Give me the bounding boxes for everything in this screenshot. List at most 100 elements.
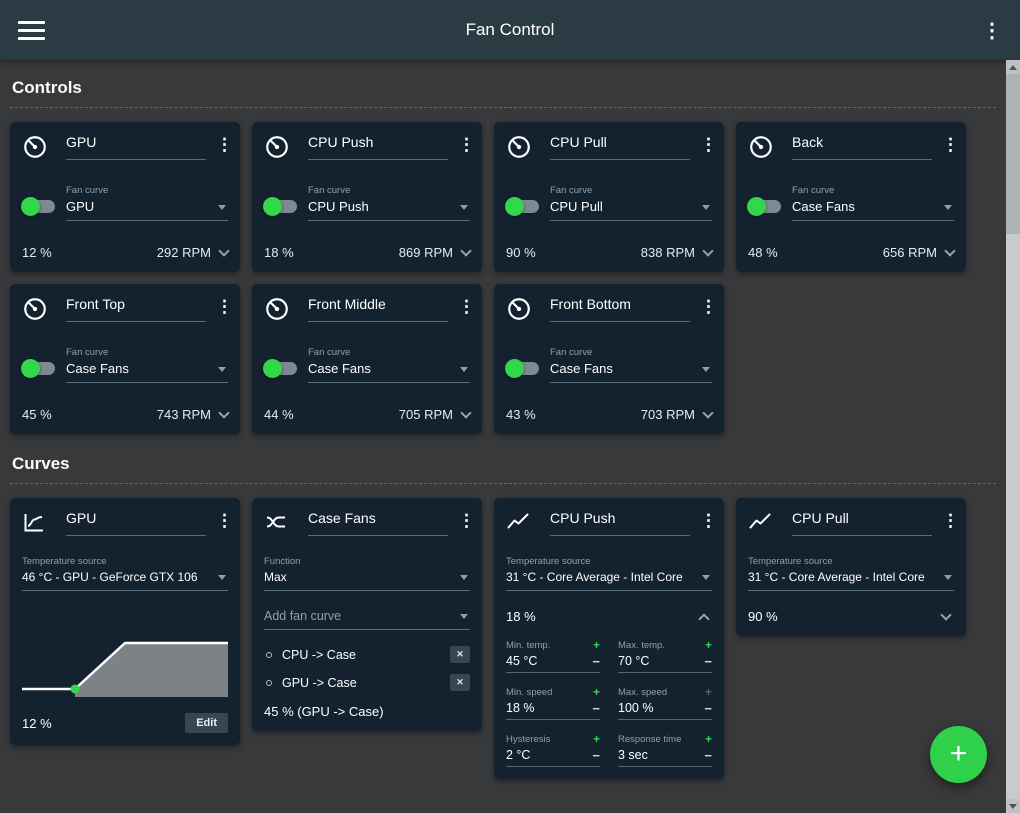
decrease-button[interactable]: − — [704, 702, 712, 715]
expand-chevron-icon[interactable] — [460, 407, 471, 418]
expand-chevron-icon[interactable] — [940, 609, 951, 620]
temperature-source-select[interactable]: Temperature source 46 °C - GPU - GeForce… — [22, 556, 228, 591]
kebab-menu-icon[interactable]: ⋮ — [216, 296, 228, 318]
fan-enabled-toggle[interactable] — [22, 192, 66, 213]
curve-name-input[interactable]: GPU — [66, 510, 206, 536]
scrollbar-thumb[interactable] — [1006, 74, 1020, 234]
fan-enabled-toggle[interactable] — [506, 192, 550, 213]
remove-curve-button[interactable]: ✕ — [450, 674, 470, 691]
fan-name-input[interactable]: Front Middle — [308, 296, 448, 322]
temperature-source-value: 31 °C - Core Average - Intel Core — [748, 570, 938, 584]
decrease-button[interactable]: − — [592, 702, 600, 715]
control-card-front-bottom[interactable]: Front Bottom ⋮ Fan curve Case Fans 43 % … — [494, 284, 724, 434]
param-value: 70 °C — [618, 654, 649, 668]
scroll-down-button[interactable] — [1006, 799, 1020, 813]
expand-chevron-icon[interactable] — [702, 245, 713, 256]
fan-rpm: 703 RPM — [641, 407, 695, 422]
fan-enabled-toggle[interactable] — [22, 354, 66, 375]
expand-chevron-icon[interactable] — [702, 407, 713, 418]
curve-card-cpu-push[interactable]: CPU Push ⋮ Temperature source 31 °C - Co… — [494, 498, 724, 779]
kebab-menu-icon[interactable]: ⋮ — [458, 296, 470, 318]
add-button[interactable]: + — [930, 726, 987, 783]
fan-enabled-toggle[interactable] — [264, 192, 308, 213]
fan-name: Front Bottom — [550, 296, 631, 312]
fan-percent: 44 % — [264, 407, 294, 422]
increase-button[interactable]: + — [705, 686, 712, 698]
temperature-source-select[interactable]: Temperature source 31 °C - Core Average … — [506, 556, 712, 591]
decrease-button[interactable]: − — [592, 749, 600, 762]
more-options-icon[interactable]: ⋮ — [982, 18, 1002, 43]
control-card-cpu-pull[interactable]: CPU Pull ⋮ Fan curve CPU Pull 90 % 838 R… — [494, 122, 724, 272]
decrease-button[interactable]: − — [704, 749, 712, 762]
fan-enabled-toggle[interactable] — [506, 354, 550, 375]
kebab-menu-icon[interactable]: ⋮ — [942, 510, 954, 532]
fan-curve-select[interactable]: Fan curve Case Fans — [792, 185, 954, 221]
toggle-thumb — [505, 197, 524, 216]
temperature-source-select[interactable]: Temperature source 31 °C - Core Average … — [748, 556, 954, 591]
curve-card-cpu-pull[interactable]: CPU Pull ⋮ Temperature source 31 °C - Co… — [736, 498, 966, 636]
kebab-menu-icon[interactable]: ⋮ — [458, 510, 470, 532]
fan-name-input[interactable]: CPU Pull — [550, 134, 690, 160]
remove-curve-button[interactable]: ✕ — [450, 646, 470, 663]
control-card-back[interactable]: Back ⋮ Fan curve Case Fans 48 % 656 RPM — [736, 122, 966, 272]
curve-card-gpu[interactable]: GPU ⋮ Temperature source 46 °C - GPU - G… — [10, 498, 240, 745]
increase-button[interactable]: + — [705, 733, 712, 745]
curve-name-input[interactable]: CPU Pull — [792, 510, 932, 536]
kebab-menu-icon[interactable]: ⋮ — [216, 134, 228, 156]
fan-curve-label: Fan curve — [792, 185, 938, 196]
add-fan-curve-select[interactable]: Add fan curve — [264, 609, 470, 630]
kebab-menu-icon[interactable]: ⋮ — [942, 134, 954, 156]
fan-curve-value: GPU — [66, 199, 212, 214]
control-card-front-top[interactable]: Front Top ⋮ Fan curve Case Fans 45 % 743… — [10, 284, 240, 434]
kebab-menu-icon[interactable]: ⋮ — [458, 134, 470, 156]
fan-name: Front Top — [66, 296, 125, 312]
fan-curve-select[interactable]: Fan curve CPU Push — [308, 185, 470, 221]
function-select[interactable]: Function Max — [264, 556, 470, 591]
fan-enabled-toggle[interactable] — [264, 354, 308, 375]
control-card-front-middle[interactable]: Front Middle ⋮ Fan curve Case Fans 44 % … — [252, 284, 482, 434]
expand-chevron-icon[interactable] — [218, 245, 229, 256]
increase-button[interactable]: + — [705, 639, 712, 651]
collapse-chevron-icon[interactable] — [698, 613, 709, 624]
fan-name-input[interactable]: Back — [792, 134, 932, 160]
triangle-down-icon — [1009, 804, 1017, 809]
fan-curve-graph[interactable] — [22, 609, 228, 697]
param-max-speed: Max. speed+ 100 %− — [618, 686, 712, 720]
curve-name-input[interactable]: CPU Push — [550, 510, 690, 536]
increase-button[interactable]: + — [593, 686, 600, 698]
fan-name-input[interactable]: GPU — [66, 134, 206, 160]
control-card-cpu-push[interactable]: CPU Push ⋮ Fan curve CPU Push 18 % 869 R… — [252, 122, 482, 272]
expand-chevron-icon[interactable] — [944, 245, 955, 256]
curve-name-input[interactable]: Case Fans — [308, 510, 448, 536]
expand-chevron-icon[interactable] — [460, 245, 471, 256]
decrease-button[interactable]: − — [704, 655, 712, 668]
fan-curve-select[interactable]: Fan curve CPU Pull — [550, 185, 712, 221]
increase-button[interactable]: + — [593, 639, 600, 651]
menu-icon[interactable] — [18, 21, 45, 40]
fan-curve-select[interactable]: Fan curve Case Fans — [308, 347, 470, 383]
temperature-source-label: Temperature source — [748, 556, 938, 567]
control-card-gpu[interactable]: GPU ⋮ Fan curve GPU 12 % 292 RPM — [10, 122, 240, 272]
increase-button[interactable]: + — [593, 733, 600, 745]
kebab-menu-icon[interactable]: ⋮ — [700, 510, 712, 532]
fan-curve-value: Case Fans — [550, 361, 696, 376]
list-item: GPU -> Case ✕ — [264, 674, 470, 691]
expand-chevron-icon[interactable] — [218, 407, 229, 418]
curve-card-case-fans[interactable]: Case Fans ⋮ Function Max Add fan curve C… — [252, 498, 482, 731]
fan-curve-select[interactable]: Fan curve Case Fans — [66, 347, 228, 383]
scrollbar[interactable] — [1006, 60, 1020, 813]
decrease-button[interactable]: − — [592, 655, 600, 668]
fan-curve-select[interactable]: Fan curve Case Fans — [550, 347, 712, 383]
curves-grid: GPU ⋮ Temperature source 46 °C - GPU - G… — [10, 498, 996, 779]
fan-name-input[interactable]: CPU Push — [308, 134, 448, 160]
edit-button[interactable]: Edit — [185, 713, 228, 733]
fan-curve-select[interactable]: Fan curve GPU — [66, 185, 228, 221]
kebab-menu-icon[interactable]: ⋮ — [700, 134, 712, 156]
fan-name-input[interactable]: Front Bottom — [550, 296, 690, 322]
fan-name-input[interactable]: Front Top — [66, 296, 206, 322]
scroll-up-button[interactable] — [1006, 60, 1020, 74]
kebab-menu-icon[interactable]: ⋮ — [216, 510, 228, 532]
kebab-menu-icon[interactable]: ⋮ — [700, 296, 712, 318]
chevron-down-icon — [460, 367, 468, 372]
fan-enabled-toggle[interactable] — [748, 192, 792, 213]
